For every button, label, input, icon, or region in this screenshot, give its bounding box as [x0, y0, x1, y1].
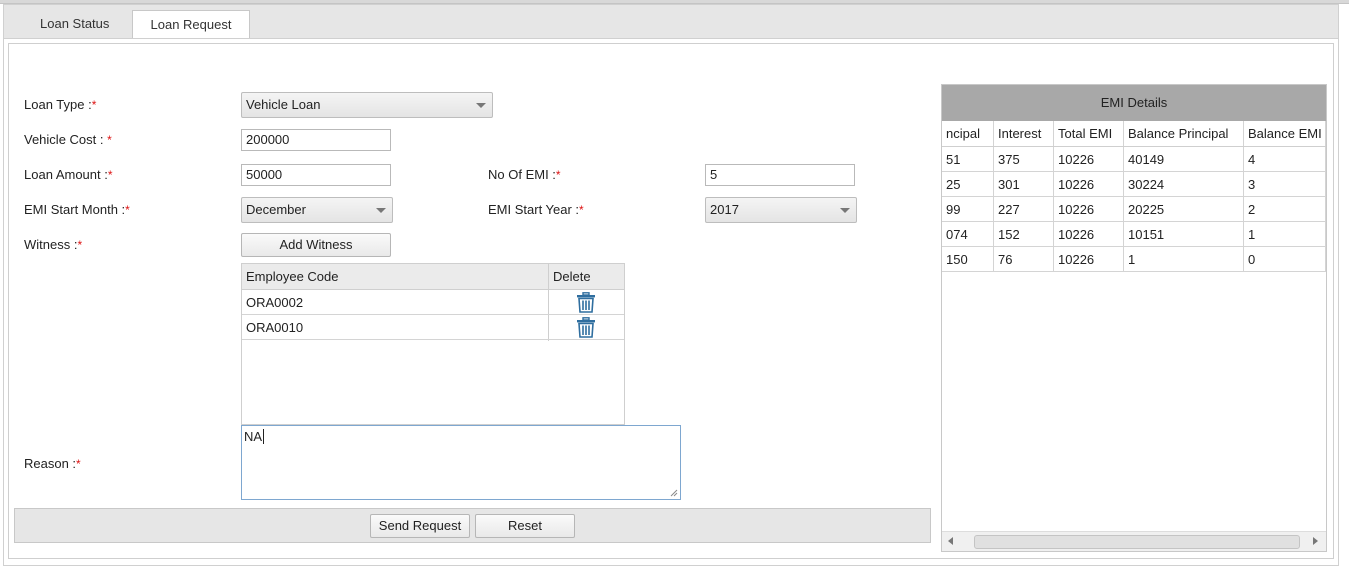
required-marker: *: [76, 457, 81, 471]
balance-principal-cell: 10151: [1124, 222, 1244, 246]
emi-start-month-label: EMI Start Month :*: [24, 202, 130, 217]
loan-type-select[interactable]: Vehicle Loan: [241, 92, 493, 118]
emi-details-table: ncipal Interest Total EMI Balance Princi…: [942, 121, 1326, 537]
principal-cell: 150: [942, 247, 994, 271]
text-cursor: [263, 429, 265, 444]
table-row: 99 227 10226 20225 2: [942, 197, 1326, 222]
emi-start-month-select[interactable]: December: [241, 197, 393, 223]
total-emi-cell: 10226: [1054, 197, 1124, 221]
send-request-button[interactable]: Send Request: [370, 514, 470, 538]
balance-emi-cell: 1: [1244, 222, 1326, 246]
no-of-emi-input[interactable]: 5: [705, 164, 855, 186]
form-actions-bar: [14, 508, 931, 543]
interest-cell: 375: [994, 147, 1054, 171]
balance-emi-cell: 3: [1244, 172, 1326, 196]
column-header-employee-code: Employee Code: [246, 269, 339, 284]
add-witness-button[interactable]: Add Witness: [241, 233, 391, 257]
chevron-down-icon: [376, 208, 386, 213]
balance-emi-cell: 0: [1244, 247, 1326, 271]
column-header-balance-principal: Balance Principal: [1124, 121, 1244, 146]
witness-table: Employee Code Delete ORA0002 ORA0010: [241, 263, 625, 425]
balance-principal-cell: 1: [1124, 247, 1244, 271]
trash-icon[interactable]: [576, 292, 596, 313]
emi-details-panel: EMI Details ncipal Interest Total EMI Ba…: [941, 84, 1327, 552]
emi-table-header: ncipal Interest Total EMI Balance Princi…: [942, 121, 1326, 147]
column-header-delete: Delete: [553, 269, 591, 284]
emi-start-month-value: December: [246, 202, 306, 217]
scrollbar-thumb[interactable]: [974, 535, 1300, 549]
total-emi-cell: 10226: [1054, 172, 1124, 196]
reset-button[interactable]: Reset: [475, 514, 575, 538]
required-marker: *: [77, 238, 83, 252]
horizontal-scrollbar[interactable]: [942, 531, 1326, 551]
table-row: ORA0002: [242, 290, 624, 315]
column-header-total-emi: Total EMI: [1054, 121, 1124, 146]
emi-details-title: EMI Details: [942, 85, 1326, 121]
required-marker: *: [107, 168, 113, 182]
balance-emi-cell: 4: [1244, 147, 1326, 171]
reason-value: NA: [244, 429, 263, 444]
total-emi-cell: 10226: [1054, 222, 1124, 246]
required-marker: *: [125, 203, 130, 217]
scroll-left-icon[interactable]: [948, 537, 953, 545]
loan-amount-input[interactable]: 50000: [241, 164, 391, 186]
reason-textarea[interactable]: NA: [241, 425, 681, 500]
balance-principal-cell: 30224: [1124, 172, 1244, 196]
interest-cell: 301: [994, 172, 1054, 196]
column-header-balance-emi: Balance EMI: [1244, 121, 1326, 146]
chevron-down-icon: [476, 103, 486, 108]
chevron-down-icon: [840, 208, 850, 213]
table-row: ORA0010: [242, 315, 624, 340]
table-row: 150 76 10226 1 0: [942, 247, 1326, 272]
balance-emi-cell: 2: [1244, 197, 1326, 221]
table-row: 51 375 10226 40149 4: [942, 147, 1326, 172]
employee-code-cell: ORA0002: [246, 295, 304, 310]
loan-amount-label: Loan Amount :*: [24, 167, 113, 182]
witness-label: Witness :*: [24, 237, 83, 252]
interest-cell: 152: [994, 222, 1054, 246]
required-marker: *: [107, 133, 112, 147]
required-marker: *: [555, 168, 561, 182]
table-row: 074 152 10226 10151 1: [942, 222, 1326, 247]
total-emi-cell: 10226: [1054, 147, 1124, 171]
scroll-right-icon[interactable]: [1313, 537, 1318, 545]
emi-start-year-label: EMI Start Year :*: [488, 202, 584, 217]
resize-grip-icon[interactable]: [670, 489, 678, 497]
witness-table-header: Employee Code Delete: [242, 264, 624, 290]
trash-icon[interactable]: [576, 317, 596, 338]
vehicle-cost-input[interactable]: 200000: [241, 129, 391, 151]
required-marker: *: [579, 203, 584, 217]
emi-start-year-value: 2017: [710, 202, 739, 217]
principal-cell: 99: [942, 197, 994, 221]
interest-cell: 227: [994, 197, 1054, 221]
vehicle-cost-label: Vehicle Cost : *: [24, 132, 112, 147]
balance-principal-cell: 40149: [1124, 147, 1244, 171]
tab-bar: Loan Status Loan Request: [3, 4, 1339, 40]
interest-cell: 76: [994, 247, 1054, 271]
loan-type-value: Vehicle Loan: [246, 97, 321, 112]
principal-cell: 51: [942, 147, 994, 171]
column-header-interest: Interest: [994, 121, 1054, 146]
balance-principal-cell: 20225: [1124, 197, 1244, 221]
tab-loan-request[interactable]: Loan Request: [132, 10, 250, 40]
tab-loan-status[interactable]: Loan Status: [28, 10, 121, 40]
employee-code-cell: ORA0010: [246, 320, 304, 335]
principal-cell: 074: [942, 222, 994, 246]
loan-type-label: Loan Type :*: [24, 97, 97, 112]
table-row: 25 301 10226 30224 3: [942, 172, 1326, 197]
column-header-principal: ncipal: [942, 121, 994, 146]
no-of-emi-label: No Of EMI :*: [488, 167, 561, 182]
principal-cell: 25: [942, 172, 994, 196]
required-marker: *: [91, 98, 97, 112]
reason-label: Reason :*: [24, 456, 81, 471]
total-emi-cell: 10226: [1054, 247, 1124, 271]
emi-start-year-select[interactable]: 2017: [705, 197, 857, 223]
